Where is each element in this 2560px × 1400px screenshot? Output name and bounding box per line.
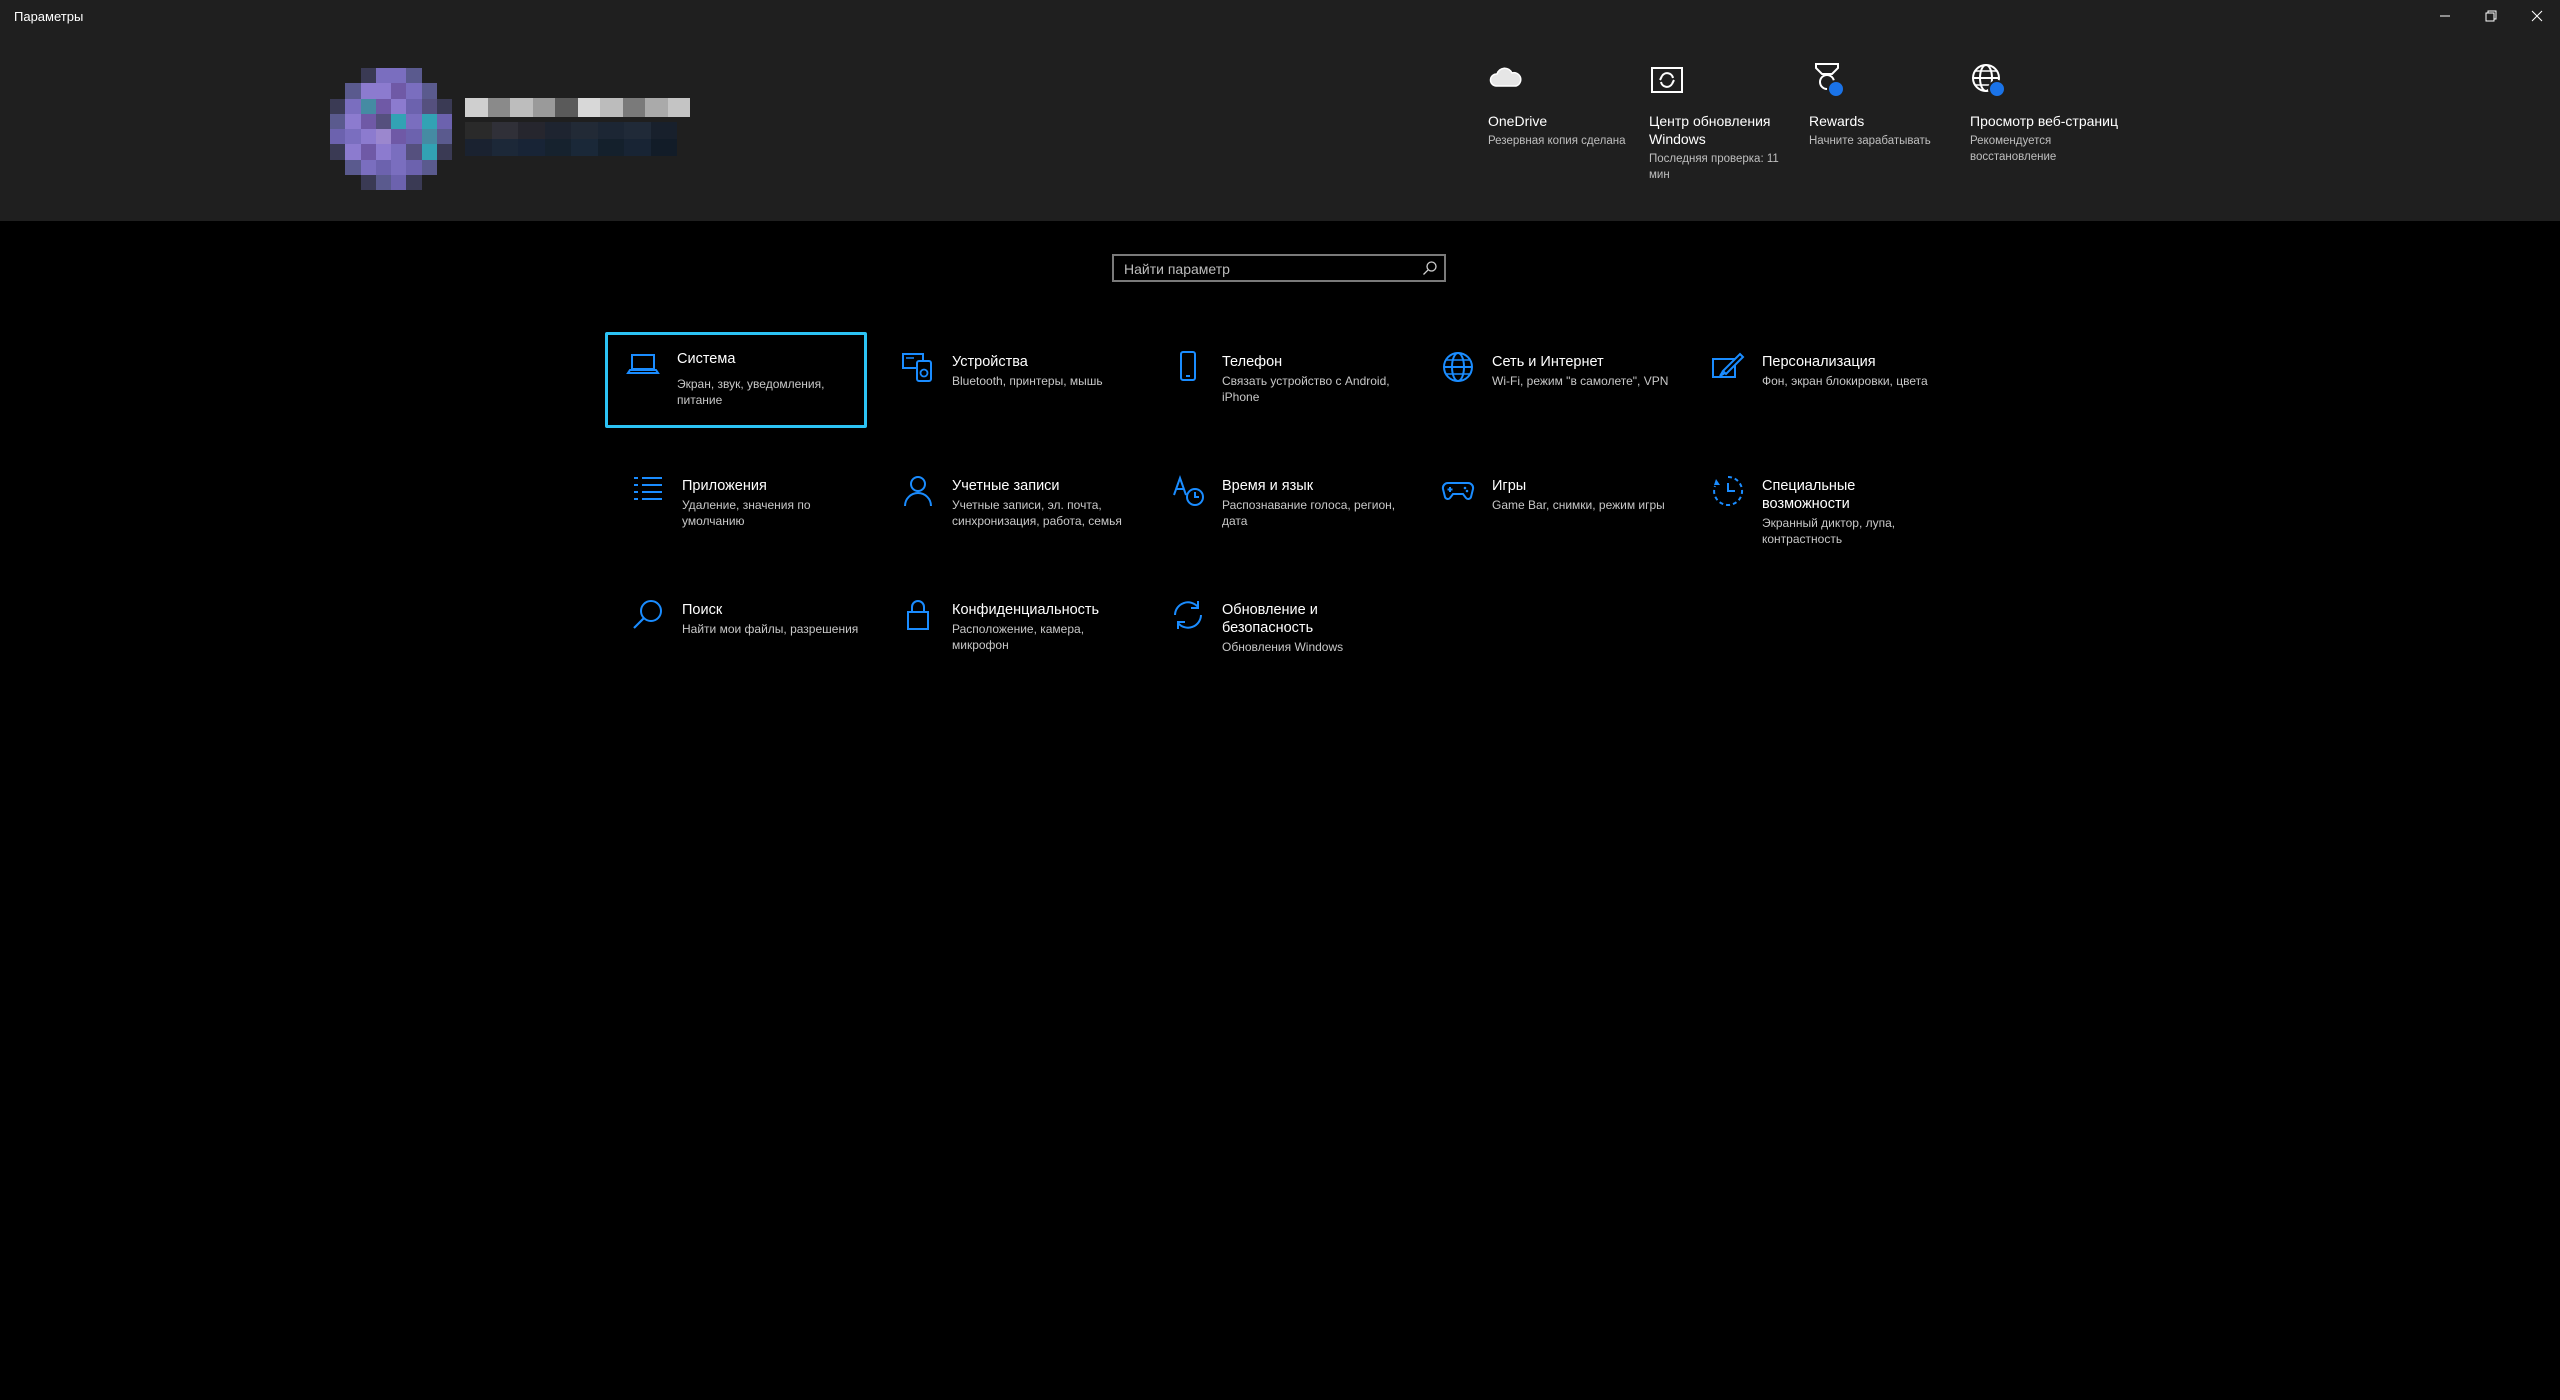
category-title: Игры	[1492, 478, 1527, 494]
category-privacy[interactable]: Конфиденциальность Расположение, камера,…	[880, 583, 1142, 679]
sync-icon	[1647, 60, 1687, 100]
quick-link-windows-update[interactable]: Центр обновления Windows Последняя прове…	[1649, 60, 1799, 183]
brush-icon	[1710, 349, 1746, 385]
category-system[interactable]: Система Экран, звук, уведомления, питани…	[605, 332, 867, 428]
avatar[interactable]	[330, 68, 452, 190]
category-description: Wi-Fi, режим "в самолете", VPN	[1492, 374, 1669, 388]
category-title: Поиск	[682, 602, 723, 618]
globe-icon	[1968, 60, 2008, 100]
category-description: Распознавание голоса, регион, дата	[1222, 498, 1396, 528]
lock-icon	[900, 597, 936, 633]
minimize-button[interactable]	[2422, 0, 2468, 32]
category-description: Обновления Windows	[1222, 640, 1344, 654]
category-search[interactable]: Поиск Найти мои файлы, разрешения	[610, 583, 872, 679]
category-network[interactable]: Сеть и Интернет Wi-Fi, режим "в самолете…	[1420, 335, 1682, 431]
window-title: Параметры	[14, 9, 84, 24]
account-name-redacted	[465, 98, 690, 117]
category-title: Телефон	[1222, 354, 1283, 370]
globe-icon	[1440, 349, 1476, 385]
minimize-icon	[2440, 15, 2450, 17]
update-icon	[1170, 597, 1206, 633]
category-apps[interactable]: Приложения Удаление, значения по умолчан…	[610, 459, 872, 555]
category-description: Фон, экран блокировки, цвета	[1762, 374, 1928, 388]
category-description: Экранный диктор, лупа, контрастность	[1762, 516, 1896, 546]
category-title: Устройства	[952, 354, 1028, 370]
category-title: Учетные записи	[952, 478, 1060, 494]
category-title: Время и язык	[1222, 478, 1314, 494]
category-description: Game Bar, снимки, режим игры	[1492, 498, 1665, 512]
close-button[interactable]	[2514, 0, 2560, 32]
category-description: Связать устройство с Android, iPhone	[1222, 374, 1390, 404]
category-update-security[interactable]: Обновление и безопасность Обновления Win…	[1150, 583, 1412, 679]
category-title: Обновление и безопасность	[1222, 602, 1318, 636]
laptop-icon	[625, 346, 661, 382]
search-box[interactable]	[1112, 254, 1446, 282]
category-description: Bluetooth, принтеры, мышь	[952, 374, 1103, 388]
account-email-redacted	[465, 122, 677, 156]
category-phone[interactable]: Телефон Связать устройство с Android, iP…	[1150, 335, 1412, 431]
restore-button[interactable]	[2468, 0, 2514, 32]
search-icon[interactable]	[1422, 260, 1438, 276]
cloud-icon	[1486, 60, 1526, 100]
category-title: Приложения	[682, 478, 767, 494]
category-devices[interactable]: Устройства Bluetooth, принтеры, мышь	[880, 335, 1142, 431]
trophy-icon	[1807, 60, 1847, 100]
restore-icon	[2485, 10, 2497, 22]
category-description: Экран, звук, уведомления, питание	[677, 377, 825, 407]
category-time-language[interactable]: Время и язык Распознавание голоса, регио…	[1150, 459, 1412, 555]
category-accounts[interactable]: Учетные записи Учетные записи, эл. почта…	[880, 459, 1142, 555]
search-input[interactable]	[1114, 256, 1426, 282]
gamepad-icon	[1440, 473, 1476, 509]
category-gaming[interactable]: Игры Game Bar, снимки, режим игры	[1420, 459, 1682, 555]
title-bar: Параметры	[0, 0, 2560, 32]
category-title: Система	[677, 351, 736, 367]
category-title: Конфиденциальность	[952, 602, 1100, 618]
category-description: Найти мои файлы, разрешения	[682, 622, 859, 636]
accessibility-icon	[1710, 473, 1746, 509]
category-description: Удаление, значения по умолчанию	[682, 498, 811, 528]
account-header: OneDrive Резервная копия сделана Центр о…	[0, 32, 2560, 221]
person-icon	[900, 473, 936, 509]
quick-link-rewards[interactable]: Rewards Начните зарабатывать	[1809, 60, 1959, 149]
apps-list-icon	[630, 473, 666, 509]
category-description: Учетные записи, эл. почта, синхронизация…	[952, 498, 1122, 528]
phone-icon	[1170, 349, 1206, 385]
close-icon	[2531, 10, 2543, 22]
category-title: Персонализация	[1762, 354, 1876, 370]
devices-icon	[900, 349, 936, 385]
category-description: Расположение, камера, микрофон	[952, 622, 1085, 652]
time-language-icon	[1170, 473, 1206, 509]
quick-link-browsing[interactable]: Просмотр веб-страниц Рекомендуется восст…	[1970, 60, 2120, 165]
category-accessibility[interactable]: Специальные возможности Экранный диктор,…	[1690, 459, 1952, 555]
search-icon	[630, 597, 666, 633]
category-title: Сеть и Интернет	[1492, 354, 1604, 370]
category-personalization[interactable]: Персонализация Фон, экран блокировки, цв…	[1690, 335, 1952, 431]
quick-link-onedrive[interactable]: OneDrive Резервная копия сделана	[1488, 60, 1638, 149]
category-title: Специальные возможности	[1762, 478, 1856, 512]
